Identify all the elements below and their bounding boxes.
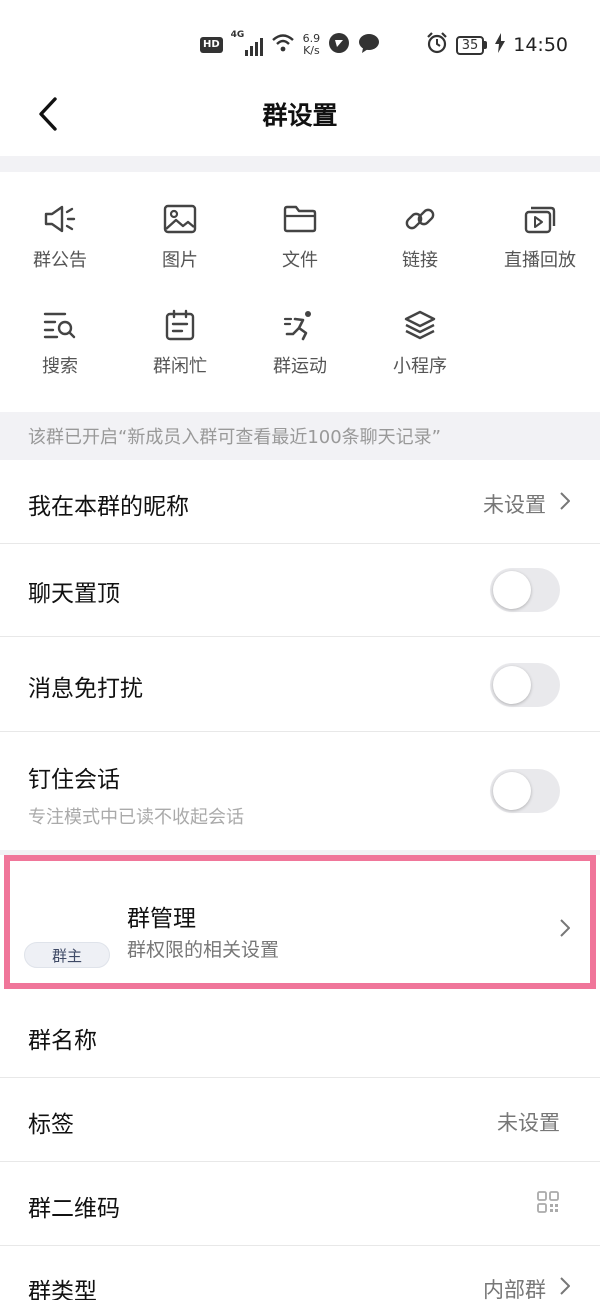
charging-icon	[495, 33, 506, 57]
alarm-icon	[426, 32, 448, 58]
row-group-name[interactable]: 群名称	[0, 993, 600, 1077]
battery-icon: 35	[455, 35, 488, 55]
tool-label: 直播回放	[504, 250, 576, 271]
row-pin-chat: 聊天置顶	[0, 544, 600, 636]
layers-icon	[400, 308, 440, 342]
clock: 14:50	[513, 34, 568, 56]
tool-search[interactable]: 搜索	[0, 278, 120, 378]
row-value: 未设置	[483, 493, 546, 517]
chevron-right-icon	[560, 492, 571, 514]
search-list-icon	[40, 308, 80, 342]
stick-session-toggle[interactable]	[490, 769, 560, 813]
tool-label: 链接	[402, 250, 438, 271]
qr-code-icon	[536, 1190, 560, 1218]
row-label: 聊天置顶	[28, 581, 120, 607]
tool-announcement[interactable]: 群公告	[0, 172, 120, 272]
folder-icon	[280, 202, 320, 236]
megaphone-icon	[40, 202, 80, 236]
link-icon	[400, 202, 440, 236]
tool-mini-programs[interactable]: 小程序	[360, 278, 480, 378]
network-type: 4G	[230, 30, 245, 40]
row-label: 群二维码	[28, 1196, 120, 1222]
battery-level: 35	[455, 35, 485, 55]
row-nickname[interactable]: 我在本群的昵称 未设置	[0, 460, 600, 544]
row-label: 群类型	[28, 1279, 97, 1300]
row-label: 我在本群的昵称	[28, 494, 189, 520]
row-value: 内部群	[483, 1278, 546, 1300]
app-notification-icon	[328, 32, 350, 58]
chevron-right-icon	[560, 919, 571, 941]
net-speed: 6.9 K/s	[302, 32, 321, 57]
row-group-type[interactable]: 群类型 内部群	[0, 1246, 600, 1300]
row-sublabel: 专注模式中已读不收起会话	[28, 807, 244, 828]
image-icon	[160, 202, 200, 236]
group-management-row[interactable]: 群主 群管理 群权限的相关设置	[4, 855, 596, 989]
chat-notification-icon	[358, 33, 380, 57]
tool-images[interactable]: 图片	[120, 172, 240, 272]
pin-chat-toggle[interactable]	[490, 568, 560, 612]
row-label: 群名称	[28, 1028, 97, 1054]
running-icon	[280, 308, 320, 342]
tool-label: 文件	[282, 250, 318, 271]
status-bar: HD 4G 6.9 K/s 35 14:50	[0, 0, 600, 88]
wifi-icon	[271, 33, 295, 57]
owner-badge: 群主	[24, 942, 110, 968]
row-value: 未设置	[497, 1111, 560, 1135]
row-mute: 消息免打扰	[0, 637, 600, 731]
tool-live-playback[interactable]: 直播回放	[480, 172, 600, 272]
playback-icon	[520, 202, 560, 236]
tool-label: 群公告	[33, 250, 87, 271]
tool-grid: 群公告 图片 文件 链接 直播回放 搜索 群闲忙 群运动 小程序	[0, 172, 600, 412]
signal-icon: 4G	[231, 30, 263, 56]
row-stick-session: 钉住会话 专注模式中已读不收起会话	[0, 732, 600, 850]
chevron-right-icon	[560, 1277, 571, 1299]
header: 群设置	[0, 88, 600, 156]
row-qr-code[interactable]: 群二维码	[0, 1162, 600, 1246]
group-management-subtitle: 群权限的相关设置	[127, 939, 280, 961]
hd-badge: HD	[200, 37, 223, 53]
status-left: HD 4G 6.9 K/s	[200, 30, 380, 60]
group-management-title: 群管理	[127, 906, 196, 932]
section-divider	[0, 156, 600, 172]
tool-label: 小程序	[393, 356, 447, 377]
row-label: 消息免打扰	[28, 676, 143, 702]
tool-availability[interactable]: 群闲忙	[120, 278, 240, 378]
tool-links[interactable]: 链接	[360, 172, 480, 272]
status-right: 35 14:50	[426, 30, 568, 60]
tool-files[interactable]: 文件	[240, 172, 360, 272]
tool-label: 群闲忙	[153, 356, 207, 377]
tool-sports[interactable]: 群运动	[240, 278, 360, 378]
row-label: 钉住会话	[28, 767, 120, 793]
row-tags[interactable]: 标签 未设置	[0, 1078, 600, 1162]
page-title: 群设置	[262, 101, 338, 130]
calendar-icon	[160, 308, 200, 342]
row-label: 标签	[28, 1112, 74, 1138]
tool-label: 搜索	[42, 356, 78, 377]
mute-toggle[interactable]	[490, 663, 560, 707]
tool-label: 图片	[162, 250, 198, 271]
history-notice: 该群已开启“新成员入群可查看最近100条聊天记录”	[0, 412, 600, 460]
tool-label: 群运动	[273, 356, 327, 377]
